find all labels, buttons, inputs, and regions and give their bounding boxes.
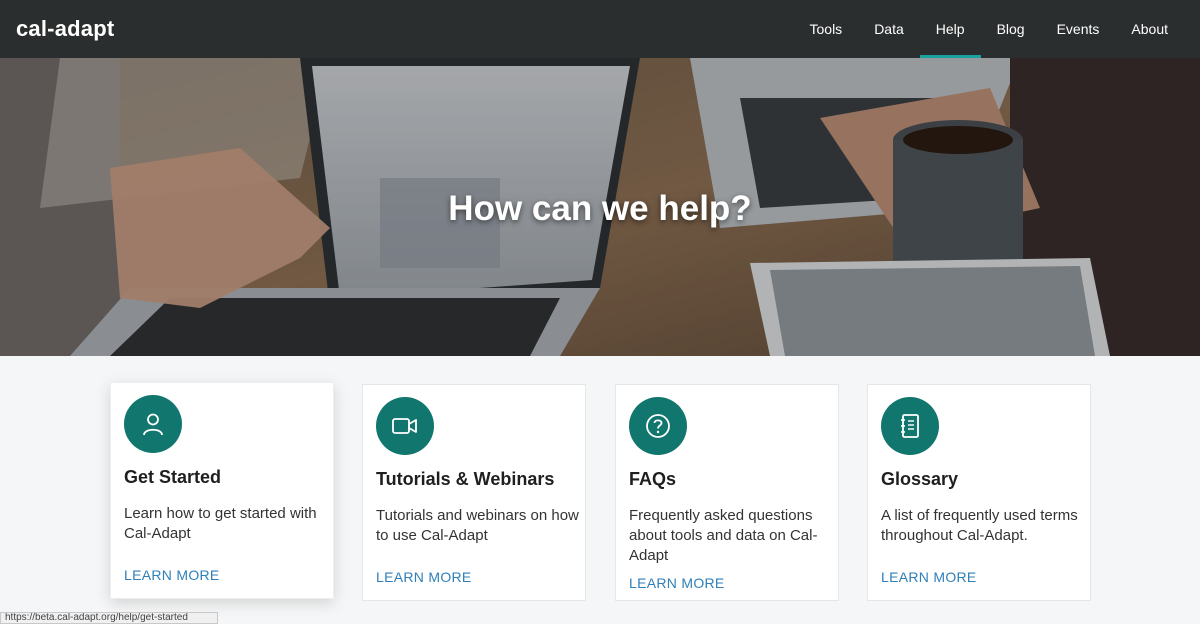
learn-more-link[interactable]: LEARN MORE [629, 575, 725, 591]
card-tutorials-webinars[interactable]: Tutorials & Webinars Tutorials and webin… [362, 384, 586, 601]
card-description: Frequently asked questions about tools a… [629, 507, 818, 564]
hero-title: How can we help? [448, 189, 752, 228]
nav-about[interactable]: About [1115, 0, 1184, 58]
card-title: Tutorials & Webinars [376, 469, 555, 489]
main-menu: Tools Data Help Blog Events About [794, 0, 1185, 58]
video-camera-icon [376, 397, 434, 455]
site-logo[interactable]: cal-adapt [16, 16, 114, 42]
card-description: Learn how to get started with Cal-Adapt [124, 505, 317, 542]
browser-status-url: https://beta.cal-adapt.org/help/get-star… [0, 612, 218, 624]
nav-events[interactable]: Events [1041, 0, 1116, 58]
card-title: FAQs [629, 469, 677, 489]
top-navbar: cal-adapt Tools Data Help Blog Events Ab… [0, 0, 1200, 58]
learn-more-link[interactable]: LEARN MORE [881, 569, 977, 585]
card-glossary[interactable]: Glossary A list of frequently used terms… [867, 384, 1091, 601]
learn-more-link[interactable]: LEARN MORE [376, 569, 472, 585]
question-circle-icon [629, 397, 687, 455]
learn-more-link[interactable]: LEARN MORE [124, 567, 220, 583]
user-icon [124, 395, 182, 453]
card-title: Glossary [881, 469, 959, 489]
nav-blog[interactable]: Blog [981, 0, 1041, 58]
card-get-started[interactable]: Get Started Learn how to get started wit… [110, 382, 334, 599]
nav-tools[interactable]: Tools [794, 0, 859, 58]
card-description: Tutorials and webinars on how to use Cal… [376, 507, 579, 544]
help-cards: Get Started Learn how to get started wit… [0, 356, 1200, 619]
card-faqs[interactable]: FAQs Frequently asked questions about to… [615, 384, 839, 601]
nav-data[interactable]: Data [858, 0, 920, 58]
notebook-icon [881, 397, 939, 455]
card-description: A list of frequently used terms througho… [881, 507, 1078, 544]
card-title: Get Started [124, 467, 222, 487]
nav-help[interactable]: Help [919, 0, 981, 58]
hero-banner: How can we help? [0, 58, 1200, 356]
